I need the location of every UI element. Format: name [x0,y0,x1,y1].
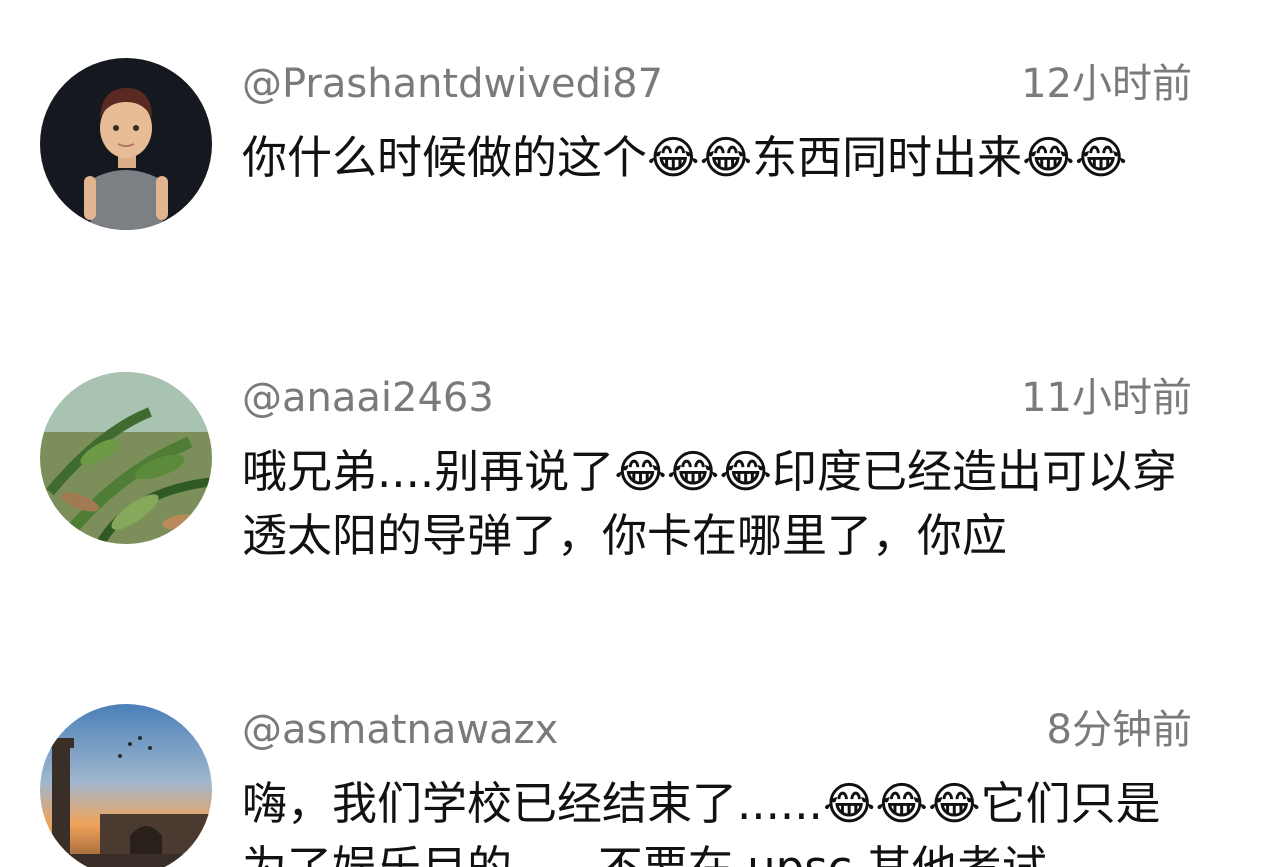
avatar-3d-man-image [40,58,212,230]
comment-timestamp: 8分钟前 [1046,707,1192,753]
comment-text: 你什么时候做的这个😂😂东西同时出来😂😂 [242,131,1128,184]
comment-username[interactable]: @anaai2463 [242,368,494,428]
comment-text: 哦兄弟....别再说了😂😂😂印度已经造出可以穿透太阳的导弹了，你卡在哪里了，你应 [242,445,1177,562]
comment-username[interactable]: @asmatnawazx [242,700,558,760]
comment-text: 嗨，我们学校已经结束了......😂😂😂它们只是为了娱乐目的......不要在 … [242,777,1161,867]
avatar[interactable] [40,704,212,867]
avatar-sunset-mosque-image [40,704,212,867]
comment-timestamp: 11小时前 [1021,375,1192,421]
avatar[interactable] [40,372,212,544]
comment-username[interactable]: @Prashantdwivedi87 [242,54,663,114]
comment-list: @Prashantdwivedi87 12小时前 你什么时候做的这个😂😂东西同时… [0,0,1280,867]
avatar[interactable] [40,58,212,230]
comment-timestamp: 12小时前 [1021,61,1192,107]
avatar-plant-image [40,372,212,544]
